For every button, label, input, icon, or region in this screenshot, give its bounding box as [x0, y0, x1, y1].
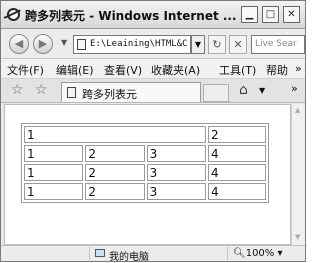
- favorites-star-icon[interactable]: ☆: [11, 82, 24, 98]
- menu-overflow-chevron[interactable]: »: [295, 62, 302, 75]
- table-row: 1 2 3 4: [24, 183, 266, 200]
- title-bar: 跨多列表元 - Windows Internet ... ▁ □ ✕: [1, 1, 305, 29]
- browser-window: 跨多列表元 - Windows Internet ... ▁ □ ✕ ◀ ▶ ▼…: [0, 0, 306, 263]
- table-cell: 2: [208, 126, 266, 143]
- table-cell: 2: [85, 145, 145, 162]
- table-cell: 1: [24, 145, 84, 162]
- stop-button[interactable]: ✕: [229, 35, 247, 54]
- close-button[interactable]: ✕: [283, 6, 300, 23]
- tab-label: 跨多列表元: [82, 88, 137, 101]
- my-computer-icon: [95, 249, 105, 257]
- scroll-down-arrow-icon[interactable]: ▼: [295, 233, 300, 241]
- table-cell: 2: [85, 183, 145, 200]
- back-arrow-icon: ◀: [14, 37, 24, 50]
- table-cell: 3: [146, 145, 206, 162]
- forward-button[interactable]: ▶: [33, 34, 53, 54]
- menu-bar: 文件(F) 编辑(E) 查看(V) 收藏夹(A) 工具(T) 帮助 »: [1, 59, 305, 79]
- internet-explorer-icon: [7, 8, 20, 21]
- refresh-button[interactable]: ↻: [208, 35, 226, 54]
- tab-current-page[interactable]: 跨多列表元: [61, 82, 201, 102]
- table-cell: 1: [24, 183, 84, 200]
- table-row: 1 2 3 4: [24, 164, 266, 181]
- zoom-value: 100%: [245, 248, 275, 259]
- menu-tools[interactable]: 工具(T): [219, 62, 256, 78]
- table-cell: 3: [146, 164, 206, 181]
- table-cell: 3: [146, 183, 206, 200]
- page-content: 1 2 1 2 3 4 1 2 3 4 1 2 3 4: [4, 104, 291, 245]
- status-divider: [227, 247, 228, 260]
- page-icon: [67, 87, 76, 98]
- page-icon: [77, 39, 86, 50]
- back-button[interactable]: ◀: [9, 34, 29, 54]
- toolbar-overflow-chevron[interactable]: »: [291, 82, 298, 95]
- menu-file[interactable]: 文件(F): [7, 62, 44, 78]
- security-zone-label: 我的电脑: [109, 252, 149, 263]
- history-dropdown-icon[interactable]: ▼: [61, 38, 67, 47]
- zoom-level[interactable]: 🔍︎100% ▾: [233, 248, 283, 259]
- table-cell: 4: [208, 164, 266, 181]
- home-icon[interactable]: ⌂: [239, 82, 248, 98]
- address-toolbar: ◀ ▶ ▼ E:\Leaining\HTML&C ▼ ↻ ✕ Live Sear: [1, 29, 305, 59]
- table-cell: 4: [208, 145, 266, 162]
- add-favorite-star-icon[interactable]: ☆: [35, 82, 48, 98]
- home-dropdown-icon[interactable]: ▼: [259, 86, 265, 95]
- table-cell: 4: [208, 183, 266, 200]
- demo-table: 1 2 1 2 3 4 1 2 3 4 1 2 3 4: [21, 123, 269, 203]
- maximize-button[interactable]: □: [262, 6, 279, 23]
- window-title: 跨多列表元 - Windows Internet ...: [25, 9, 237, 23]
- table-cell: 1: [24, 126, 206, 143]
- menu-edit[interactable]: 编辑(E): [56, 62, 94, 78]
- menu-help[interactable]: 帮助: [266, 62, 298, 78]
- address-url: E:\Leaining\HTML&C: [90, 39, 188, 49]
- table-row: 1 2: [24, 126, 266, 143]
- status-bar: 我的电脑 🔍︎100% ▾: [1, 245, 305, 263]
- address-dropdown-button[interactable]: ▼: [191, 35, 205, 54]
- status-divider: [89, 247, 90, 260]
- table-cell: 1: [24, 164, 84, 181]
- menu-view[interactable]: 查看(V): [104, 62, 142, 78]
- scroll-up-arrow-icon[interactable]: ▲: [295, 106, 300, 114]
- table-cell: 2: [85, 164, 145, 181]
- minimize-button[interactable]: ▁: [241, 6, 258, 23]
- search-input[interactable]: Live Sear: [251, 35, 305, 54]
- table-row: 1 2 3 4: [24, 145, 266, 162]
- tab-bar: ☆ ☆ 跨多列表元 ⌂ ▼ »: [1, 79, 305, 103]
- zoom-icon: 🔍︎: [233, 248, 246, 259]
- vertical-scrollbar[interactable]: ▲ ▼: [291, 104, 305, 245]
- forward-arrow-icon: ▶: [38, 37, 48, 50]
- new-tab-button[interactable]: [203, 84, 229, 102]
- address-field[interactable]: E:\Leaining\HTML&C: [73, 35, 191, 54]
- menu-favorites[interactable]: 收藏夹(A): [151, 62, 200, 78]
